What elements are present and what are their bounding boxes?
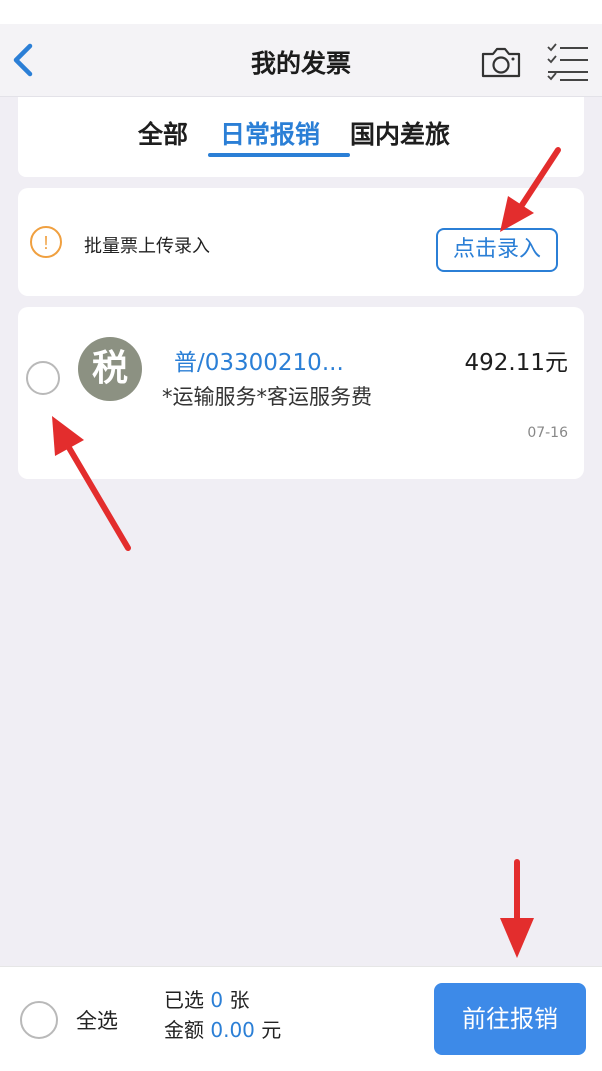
- warning-icon: !: [28, 224, 64, 260]
- active-tab-indicator: [208, 153, 350, 157]
- camera-button[interactable]: [478, 42, 524, 82]
- invoice-number: 普/03300210...: [174, 350, 344, 376]
- selected-amount-line: 金额 0.00 元: [164, 1018, 282, 1042]
- invoice-date: 07-16: [527, 425, 568, 441]
- tax-icon: 税: [78, 337, 142, 401]
- tab-bar: 全部 日常报销 国内差旅: [18, 97, 584, 177]
- svg-text:!: !: [43, 233, 48, 253]
- invoice-select-radio[interactable]: [26, 361, 60, 395]
- batch-upload-label: 批量票上传录入: [84, 236, 210, 257]
- select-all-radio[interactable]: [20, 1001, 58, 1039]
- header-bar: 我的发票: [0, 24, 602, 97]
- invoice-item[interactable]: 税 普/03300210... 492.11元 *运输服务*客运服务费 07-1…: [18, 307, 584, 479]
- tab-all[interactable]: 全部: [138, 115, 188, 151]
- select-all-label[interactable]: 全选: [76, 1005, 118, 1035]
- batch-upload-card: ! 批量票上传录入 点击录入: [18, 188, 584, 296]
- tab-domestic-travel[interactable]: 国内差旅: [350, 115, 450, 151]
- checklist-icon: [547, 43, 588, 81]
- checklist-button[interactable]: [544, 40, 590, 84]
- go-reimburse-button[interactable]: 前往报销: [434, 983, 586, 1055]
- tab-daily-reimbursement[interactable]: 日常报销: [220, 115, 320, 151]
- bottom-action-bar: 全选 已选 0 张 金额 0.00 元 前往报销: [0, 966, 602, 1071]
- selected-count: 0: [210, 988, 224, 1012]
- invoice-amount: 492.11元: [464, 350, 568, 376]
- invoice-description: *运输服务*客运服务费: [162, 385, 372, 409]
- camera-icon: [481, 47, 521, 78]
- arrow-to-go-button: [500, 859, 534, 958]
- selection-summary: 已选 0 张 金额 0.00 元: [164, 985, 281, 1045]
- selected-count-line: 已选 0 张: [164, 988, 250, 1012]
- click-entry-button[interactable]: 点击录入: [436, 228, 558, 272]
- status-bar: [0, 0, 602, 24]
- selected-amount: 0.00: [210, 1018, 255, 1042]
